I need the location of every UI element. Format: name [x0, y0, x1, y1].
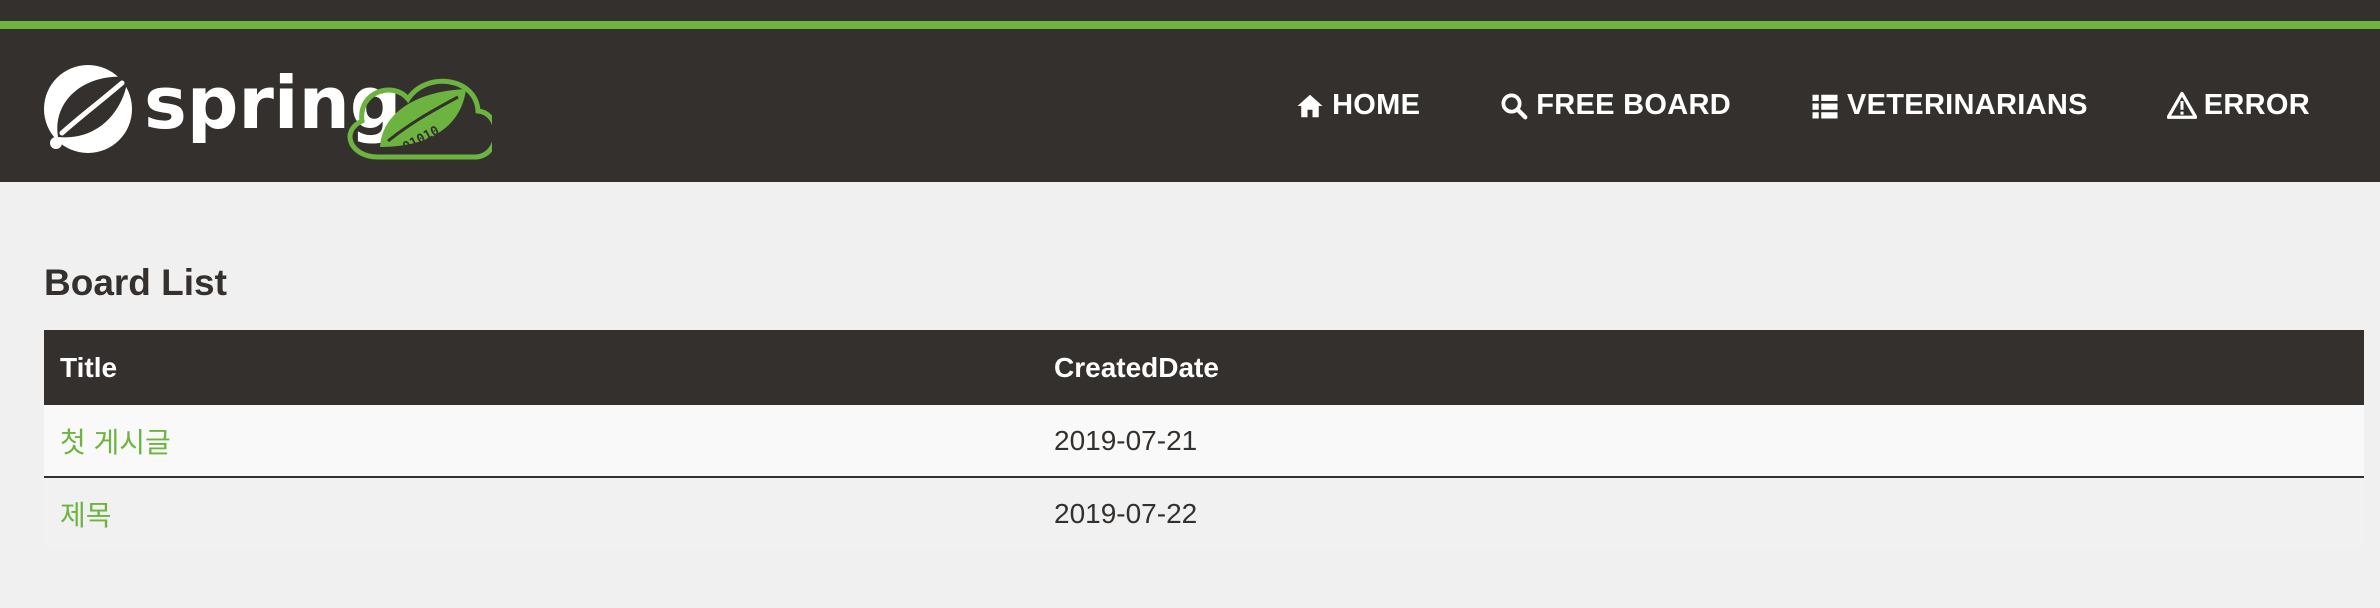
page-title: Board List — [44, 262, 227, 303]
table-cell-title: 제목 — [44, 477, 1038, 549]
nav-free-board[interactable]: FREE BOARD — [1498, 89, 1731, 122]
table-row: 첫 게시글 2019-07-21 — [44, 405, 2364, 478]
navbar: spring 01010 HOME FREE BOARD VETERINARIA… — [0, 29, 2380, 182]
warning-icon — [2166, 90, 2198, 122]
home-icon — [1294, 90, 1326, 122]
column-header-created-date: CreatedDate — [1054, 351, 1219, 383]
table-row: 제목 2019-07-22 — [44, 477, 2364, 549]
column-header-title: Title — [60, 351, 118, 383]
browser-top-strip — [0, 0, 2380, 21]
spring-leaf-logo-icon — [44, 65, 132, 153]
table-cell-created-date: 2019-07-21 — [1038, 405, 2364, 478]
nav-free-board-label: FREE BOARD — [1536, 89, 1731, 121]
spring-logo[interactable]: spring 01010 — [32, 51, 492, 167]
post-title-link[interactable]: 첫 게시글 — [60, 427, 171, 458]
table-cell-created-date: 2019-07-22 — [1054, 497, 1198, 529]
main-nav: HOME FREE BOARD VETERINARIANS ERROR — [1216, 29, 2380, 182]
search-icon — [1498, 90, 1530, 122]
nav-error[interactable]: ERROR — [2166, 89, 2310, 122]
nav-home-label: HOME — [1332, 89, 1421, 121]
header-accent-line — [0, 21, 2380, 29]
nav-home[interactable]: HOME — [1294, 89, 1420, 122]
list-icon — [1809, 90, 1841, 122]
nav-error-label: ERROR — [2203, 89, 2310, 121]
table-header-row: Title CreatedDate — [44, 330, 2364, 405]
nav-veterinarians[interactable]: VETERINARIANS — [1809, 89, 2088, 122]
board-table: Title CreatedDate 첫 게시글 2019-07-21 제목 20… — [44, 330, 2364, 549]
nav-veterinarians-label: VETERINARIANS — [1847, 89, 2088, 121]
post-title-link[interactable]: 제목 — [60, 500, 112, 531]
table-cell-title: 첫 게시글 — [44, 405, 1038, 478]
